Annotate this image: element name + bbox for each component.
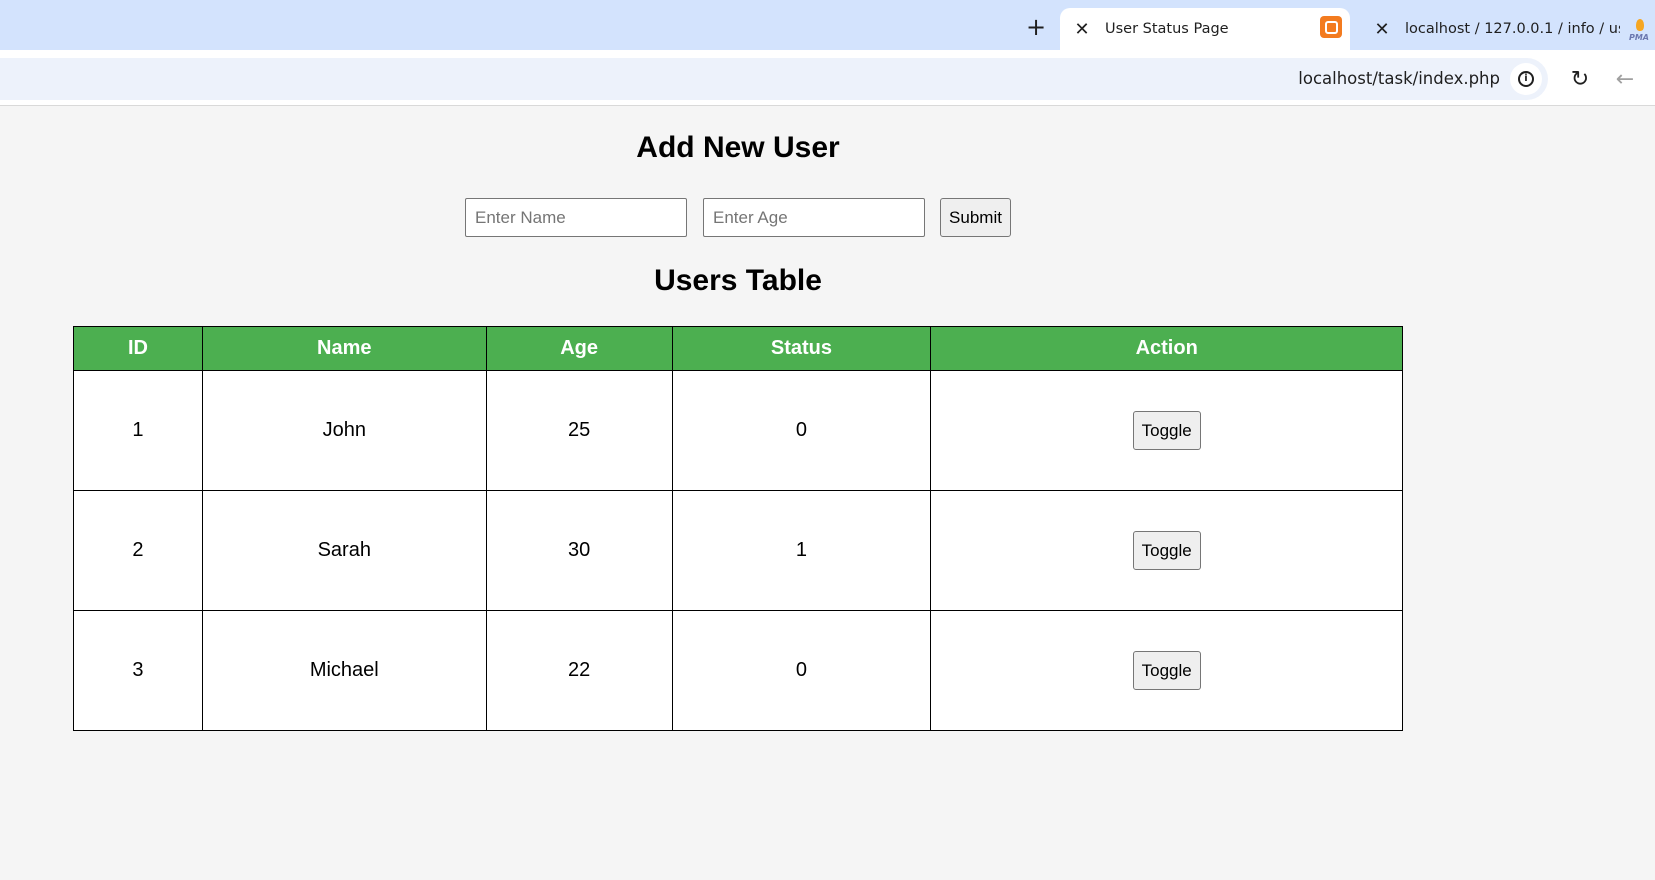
- cell-name: Sarah: [201, 490, 487, 611]
- toggle-button[interactable]: Toggle: [1132, 531, 1201, 570]
- name-input[interactable]: [465, 198, 687, 237]
- age-input[interactable]: [703, 198, 925, 237]
- cell-id: 2: [73, 490, 203, 611]
- close-tab-icon[interactable]: ✕: [1071, 18, 1093, 40]
- cell-id: 3: [73, 610, 203, 731]
- phpmyadmin-icon: PMA: [1627, 18, 1651, 42]
- cell-action: Toggle: [930, 610, 1403, 731]
- cell-id: 1: [73, 370, 203, 491]
- cell-age: 22: [485, 610, 673, 731]
- add-user-form: Submit: [465, 198, 1011, 237]
- browser-tab-strip: + ✕ User Status Page ✕ localhost / 127.0…: [0, 0, 1655, 50]
- table-header-row: ID Name Age Status Action: [73, 326, 1403, 371]
- address-bar[interactable]: localhost/task/index.php i: [0, 58, 1548, 100]
- column-header-name: Name: [201, 326, 487, 371]
- column-header-id: ID: [73, 326, 203, 371]
- back-arrow-icon[interactable]: ←: [1609, 63, 1641, 95]
- reload-icon[interactable]: ↻: [1564, 63, 1596, 95]
- column-header-status: Status: [671, 326, 932, 371]
- users-table-heading: Users Table: [654, 264, 822, 297]
- cell-age: 25: [485, 370, 673, 491]
- browser-toolbar: localhost/task/index.php i ↻ ←: [0, 50, 1655, 106]
- xampp-icon: [1320, 16, 1342, 38]
- tab-title: localhost / 127.0.0.1 / info / users | p…: [1405, 21, 1620, 37]
- add-user-heading: Add New User: [636, 131, 840, 164]
- site-info-icon[interactable]: i: [1510, 63, 1542, 95]
- toggle-button[interactable]: Toggle: [1132, 411, 1201, 450]
- tab-phpmyadmin[interactable]: ✕ localhost / 127.0.0.1 / info / users |…: [1365, 8, 1655, 50]
- page-content: Add New User Submit Users Table ID Name …: [0, 107, 1476, 880]
- cell-status: 1: [671, 490, 932, 611]
- cell-action: Toggle: [930, 370, 1403, 491]
- submit-button[interactable]: Submit: [940, 198, 1011, 237]
- cell-name: John: [201, 370, 487, 491]
- new-tab-button[interactable]: +: [1021, 12, 1051, 42]
- table-row: 1 John 25 0 Toggle: [73, 370, 1403, 491]
- cell-name: Michael: [201, 610, 487, 731]
- cell-age: 30: [485, 490, 673, 611]
- column-header-action: Action: [930, 326, 1403, 371]
- users-table: ID Name Age Status Action 1 John 25 0 To…: [73, 326, 1403, 731]
- url-text[interactable]: localhost/task/index.php: [1298, 69, 1500, 88]
- cell-action: Toggle: [930, 490, 1403, 611]
- table-row: 2 Sarah 30 1 Toggle: [73, 490, 1403, 611]
- cell-status: 0: [671, 370, 932, 491]
- toggle-button[interactable]: Toggle: [1132, 651, 1201, 690]
- tab-title: User Status Page: [1105, 21, 1229, 37]
- tab-user-status-page[interactable]: ✕ User Status Page: [1060, 8, 1350, 50]
- cell-status: 0: [671, 610, 932, 731]
- close-tab-icon[interactable]: ✕: [1371, 18, 1393, 40]
- column-header-age: Age: [485, 326, 673, 371]
- table-row: 3 Michael 22 0 Toggle: [73, 610, 1403, 731]
